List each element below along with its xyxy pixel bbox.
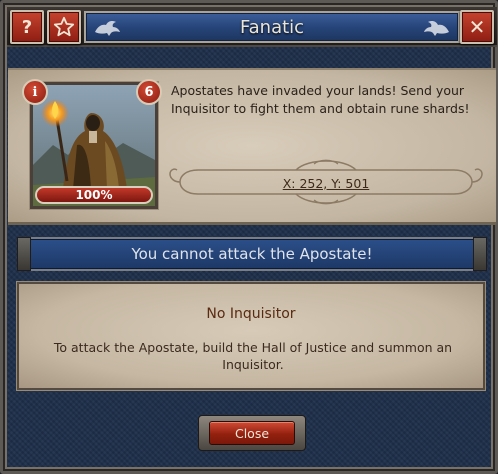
close-icon: ✕ <box>468 15 486 39</box>
warning-banner: You cannot attack the Apostate! <box>17 237 487 271</box>
close-window-button[interactable]: ✕ <box>460 10 494 44</box>
griffin-icon <box>424 21 449 36</box>
window-title: Fanatic <box>239 16 305 38</box>
coordinates-link[interactable]: X: 252, Y: 501 <box>210 173 442 193</box>
close-button[interactable]: Close <box>209 421 295 445</box>
question-mark-icon: ? <box>21 16 33 38</box>
info-badge[interactable]: i <box>22 79 48 105</box>
title-strip: Fanatic <box>84 11 460 43</box>
message-body: To attack the Apostate, build the Hall o… <box>53 340 453 372</box>
health-bar: 100% <box>35 186 153 204</box>
level-badge: 6 <box>136 79 162 105</box>
info-icon: i <box>32 84 38 100</box>
help-button[interactable]: ? <box>10 10 44 44</box>
warning-banner-text: You cannot attack the Apostate! <box>131 245 373 263</box>
target-description: Apostates have invaded your lands! Send … <box>171 83 470 116</box>
coordinates-frame: X: 252, Y: 501 <box>168 156 484 208</box>
favorite-button[interactable] <box>47 10 81 44</box>
message-title: No Inquisitor <box>206 306 296 322</box>
message-panel: No Inquisitor To attack the Apostate, bu… <box>17 282 485 390</box>
banner-cap-right <box>473 237 487 271</box>
fanatic-dialog: ? Fanatic ✕ i 6 100% Apostates have inva… <box>0 0 498 474</box>
target-info-panel: i 6 100% Apostates have invaded your lan… <box>8 68 496 225</box>
title-bar: ? Fanatic ✕ <box>7 7 497 47</box>
star-icon <box>53 16 75 37</box>
